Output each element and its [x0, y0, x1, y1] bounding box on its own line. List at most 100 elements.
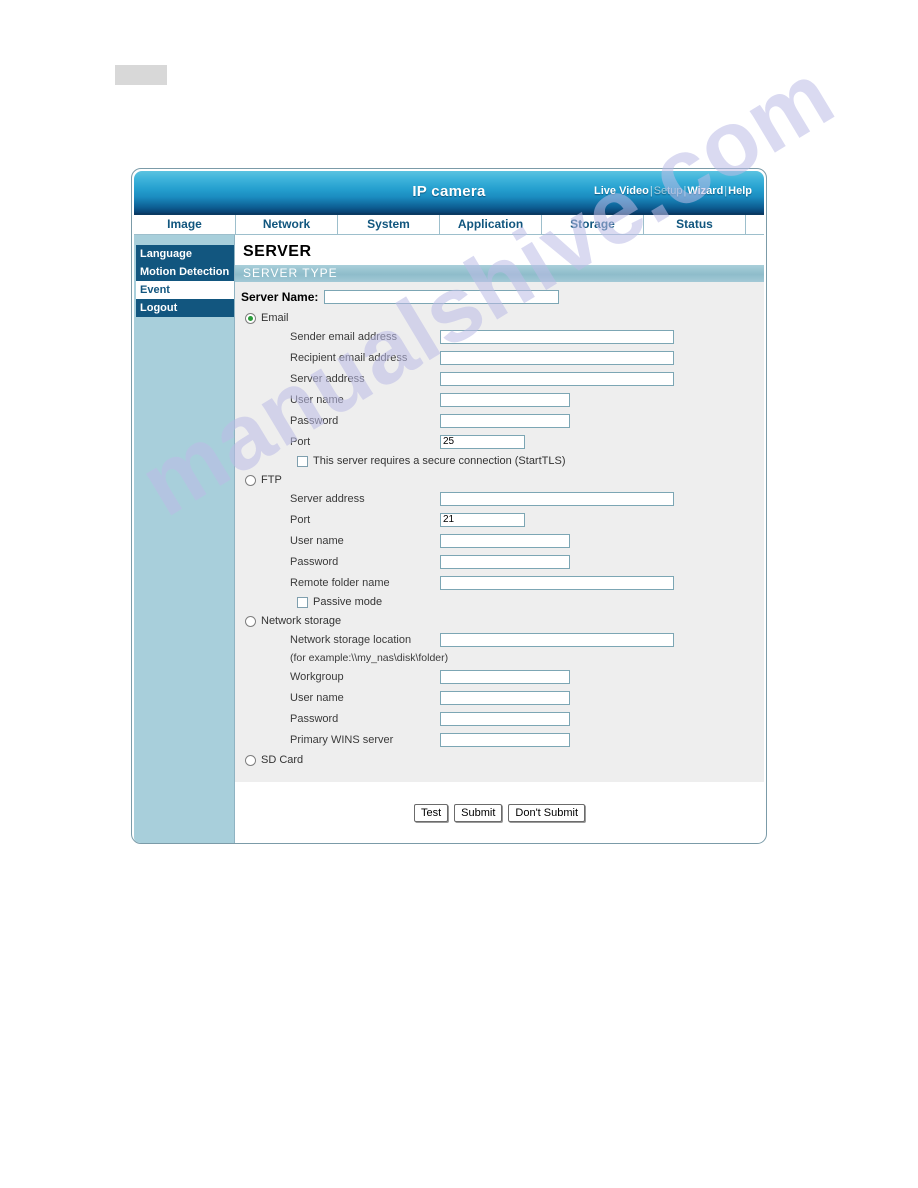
input-ftp-remote-folder[interactable] — [440, 575, 674, 590]
input-nas-workgroup[interactable] — [440, 669, 570, 684]
tab-storage[interactable]: Storage — [542, 215, 644, 234]
label-nas-primary-wins: Primary WINS server — [290, 733, 394, 746]
input-ftp-username[interactable] — [440, 533, 570, 548]
field-row: User name — [235, 530, 764, 551]
content-panel: SERVER SERVER TYPE Server Name: Email Se… — [234, 235, 764, 843]
page-title: SERVER — [243, 243, 312, 260]
submit-button[interactable]: Submit — [454, 804, 503, 822]
input-email-username[interactable] — [440, 392, 570, 407]
field-row: Server address — [235, 488, 764, 509]
server-form: Server Name: Email Sender email address … — [235, 282, 764, 782]
input-ftp-password[interactable] — [440, 554, 570, 569]
server-name-label: Server Name: — [241, 290, 319, 304]
label-email-port: Port — [290, 435, 311, 448]
camera-web-ui-frame: IP camera Live Video|Setup|Wizard|Help I… — [131, 168, 767, 844]
tab-status[interactable]: Status — [644, 215, 746, 234]
field-row: User name — [235, 389, 764, 410]
main-nav-tabs: Image Network System Application Storage… — [134, 215, 764, 235]
field-row: Workgroup — [235, 666, 764, 687]
input-email-server-address[interactable] — [440, 371, 674, 386]
option-sd-card[interactable]: SD Card — [235, 752, 764, 768]
tab-strip-filler — [746, 215, 764, 234]
checkbox-passive-mode-label: Passive mode — [313, 596, 383, 608]
sidebar-menu: Language Motion Detection Event Logout — [136, 245, 234, 317]
field-row: User name — [235, 687, 764, 708]
label-nas-username: User name — [290, 691, 344, 704]
option-ftp[interactable]: FTP — [235, 472, 764, 488]
input-nas-primary-wins[interactable] — [440, 732, 570, 747]
server-name-input[interactable] — [324, 290, 560, 304]
body-area: Language Motion Detection Event Logout S… — [134, 235, 764, 843]
checkbox-starttls-label: This server requires a secure connection… — [313, 455, 566, 467]
label-email-password: Password — [290, 414, 339, 427]
radio-ftp-icon[interactable] — [245, 474, 256, 486]
label-ftp-remote-folder: Remote folder name — [290, 576, 390, 589]
label-nas-workgroup: Workgroup — [290, 670, 344, 683]
label-ftp-port: Port — [290, 513, 311, 526]
input-ftp-server-address[interactable] — [440, 491, 674, 506]
option-email[interactable]: Email — [235, 310, 764, 326]
checkbox-row-starttls[interactable]: This server requires a secure connection… — [235, 452, 764, 470]
label-ftp-username: User name — [290, 534, 344, 547]
header-bar: IP camera Live Video|Setup|Wizard|Help — [134, 171, 764, 215]
field-row: Port — [235, 431, 764, 452]
label-email-username: User name — [290, 393, 344, 406]
input-email-port[interactable] — [440, 434, 525, 449]
sidebar-item-language[interactable]: Language — [136, 245, 234, 263]
label-nas-location: Network storage location — [290, 633, 412, 646]
field-row: Port — [235, 509, 764, 530]
field-row: Network storage location — [235, 629, 764, 650]
field-row: Server address — [235, 368, 764, 389]
header-link-live-video[interactable]: Live Video — [594, 185, 649, 197]
field-row: Sender email address — [235, 326, 764, 347]
option-network-storage[interactable]: Network storage — [235, 613, 764, 629]
tab-image[interactable]: Image — [134, 215, 236, 234]
label-nas-password: Password — [290, 712, 339, 725]
tab-application[interactable]: Application — [440, 215, 542, 234]
input-nas-password[interactable] — [440, 711, 570, 726]
tab-system[interactable]: System — [338, 215, 440, 234]
input-ftp-port[interactable] — [440, 512, 525, 527]
field-row: Recipient email address — [235, 347, 764, 368]
field-row: Remote folder name — [235, 572, 764, 593]
header-link-help[interactable]: Help — [728, 185, 752, 197]
form-button-row: Test Submit Don't Submit — [235, 804, 764, 822]
radio-sd-card-icon[interactable] — [245, 754, 256, 766]
checkbox-row-passive-mode[interactable]: Passive mode — [235, 593, 764, 611]
header-link-wizard[interactable]: Wizard — [687, 185, 723, 197]
field-row: Password — [235, 708, 764, 729]
input-email-password[interactable] — [440, 413, 570, 428]
label-email-sender: Sender email address — [290, 330, 398, 343]
input-email-recipient[interactable] — [440, 350, 674, 365]
header-link-setup[interactable]: Setup — [654, 185, 683, 197]
header-links: Live Video|Setup|Wizard|Help — [594, 185, 752, 197]
input-nas-username[interactable] — [440, 690, 570, 705]
field-row: Password — [235, 410, 764, 431]
field-row: Password — [235, 551, 764, 572]
nas-location-hint: (for example:\\my_nas\disk\folder) — [290, 652, 449, 664]
option-network-storage-label: Network storage — [261, 615, 342, 627]
input-nas-location[interactable] — [440, 632, 674, 647]
radio-email-icon[interactable] — [245, 312, 256, 324]
sidebar-item-event[interactable]: Event — [136, 281, 234, 299]
dont-submit-button[interactable]: Don't Submit — [508, 804, 586, 822]
field-row: Primary WINS server — [235, 729, 764, 750]
section-type-bar: SERVER TYPE — [235, 265, 764, 282]
label-email-recipient: Recipient email address — [290, 351, 408, 364]
label-email-server-address: Server address — [290, 372, 365, 385]
checkbox-starttls-icon[interactable] — [297, 455, 308, 467]
server-name-row: Server Name: — [235, 288, 764, 308]
label-ftp-server-address: Server address — [290, 492, 365, 505]
option-sd-card-label: SD Card — [261, 754, 304, 766]
gray-placeholder-block — [115, 65, 167, 85]
checkbox-passive-mode-icon[interactable] — [297, 596, 308, 608]
sidebar-item-logout[interactable]: Logout — [136, 299, 234, 317]
input-email-sender[interactable] — [440, 329, 674, 344]
option-ftp-label: FTP — [261, 474, 282, 486]
option-email-label: Email — [261, 312, 289, 324]
label-ftp-password: Password — [290, 555, 339, 568]
tab-network[interactable]: Network — [236, 215, 338, 234]
test-button[interactable]: Test — [413, 804, 449, 822]
sidebar-item-motion-detection[interactable]: Motion Detection — [136, 263, 234, 281]
radio-network-storage-icon[interactable] — [245, 615, 256, 627]
